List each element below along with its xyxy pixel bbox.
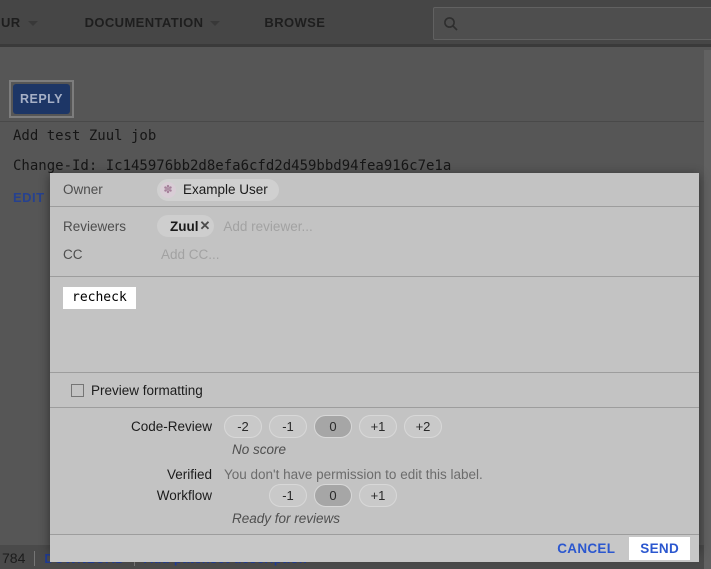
nav-menu-documentation-label: DOCUMENTATION [85, 15, 204, 30]
verified-row: Verified You don't have permission to ed… [50, 467, 699, 482]
workflow-label: Workflow [50, 488, 220, 503]
add-cc-input[interactable]: Add CC... [161, 247, 220, 262]
search-icon [443, 16, 459, 32]
workflow-score-note: Ready for reviews [232, 511, 699, 526]
reply-button-focus-ring: REPLY [9, 80, 74, 118]
verified-label: Verified [50, 467, 220, 482]
score-button-minus2[interactable]: -2 [224, 415, 262, 438]
workflow-row: Workflow -1 0 +1 [50, 484, 699, 507]
owner-row: Owner ✽ Example User [50, 173, 699, 206]
code-review-score-note: No score [232, 442, 699, 457]
reviewers-label: Reviewers [63, 219, 157, 234]
cc-label: CC [63, 247, 157, 262]
preview-formatting-label: Preview formatting [91, 383, 203, 398]
commit-message-subject: Add test Zuul job [13, 128, 156, 144]
score-button-plus1[interactable]: +1 [359, 484, 397, 507]
score-button-plus2[interactable]: +2 [404, 415, 442, 438]
divider [34, 551, 35, 566]
workflow-score-buttons: -1 0 +1 [269, 484, 397, 507]
preview-formatting-row: Preview formatting [50, 373, 699, 407]
code-review-score-buttons: -2 -1 0 +1 +2 [224, 415, 442, 438]
verified-permission-message: You don't have permission to edit this l… [224, 467, 483, 482]
reply-message-textarea[interactable]: recheck [50, 277, 699, 372]
preview-formatting-checkbox[interactable] [71, 384, 84, 397]
reply-dialog: Owner ✽ Example User Reviewers Zuul ✕ Ad… [50, 173, 699, 551]
close-icon[interactable]: ✕ [200, 218, 211, 234]
score-button-plus1[interactable]: +1 [359, 415, 397, 438]
nav-menu-your-label: UR [1, 15, 21, 30]
scrollbar[interactable] [704, 50, 711, 569]
owner-chip-name: Example User [183, 182, 268, 197]
reviewer-chip-name: Zuul [170, 219, 199, 234]
edit-link[interactable]: EDIT [13, 190, 45, 205]
section-divider [0, 121, 711, 122]
nav-menu-browse[interactable]: BROWSE [264, 15, 325, 30]
nav-menu-documentation[interactable]: DOCUMENTATION [85, 15, 221, 30]
spacer [50, 267, 699, 276]
add-reviewer-input[interactable]: Add reviewer... [223, 219, 312, 234]
send-button[interactable]: SEND [629, 537, 690, 560]
nav-menu-browse-label: BROWSE [264, 15, 325, 30]
top-app-bar: UR DOCUMENTATION BROWSE [0, 0, 711, 47]
score-button-minus1[interactable]: -1 [269, 484, 307, 507]
label-scores-section: Code-Review -2 -1 0 +1 +2 No score Verif… [50, 408, 699, 534]
reply-message-text: recheck [63, 287, 136, 309]
chevron-down-icon [210, 21, 220, 26]
avatar: ✽ [160, 182, 176, 198]
nav-menu-your[interactable]: UR [1, 15, 38, 30]
cancel-button[interactable]: CANCEL [557, 541, 615, 556]
score-button-zero-selected[interactable]: 0 [314, 415, 352, 438]
score-button-zero-selected[interactable]: 0 [314, 484, 352, 507]
owner-label: Owner [63, 182, 157, 197]
reply-button[interactable]: REPLY [13, 84, 70, 114]
commit-message-change-id: Change-Id: Ic145976bb2d8efa6cfd2d459bbd9… [13, 158, 451, 174]
reviewers-row: Reviewers Zuul ✕ Add reviewer... [50, 211, 699, 241]
cc-row: CC Add CC... [50, 241, 699, 267]
patchset-number: 784 [2, 550, 25, 566]
code-review-label: Code-Review [50, 419, 220, 434]
chevron-down-icon [28, 21, 38, 26]
owner-chip: ✽ Example User [157, 179, 279, 201]
search-input[interactable] [433, 7, 711, 40]
code-review-row: Code-Review -2 -1 0 +1 +2 [50, 415, 699, 438]
divider [50, 206, 699, 207]
dialog-footer: CANCEL SEND [50, 535, 699, 562]
score-button-minus1[interactable]: -1 [269, 415, 307, 438]
reviewer-chip: Zuul ✕ [157, 215, 214, 237]
